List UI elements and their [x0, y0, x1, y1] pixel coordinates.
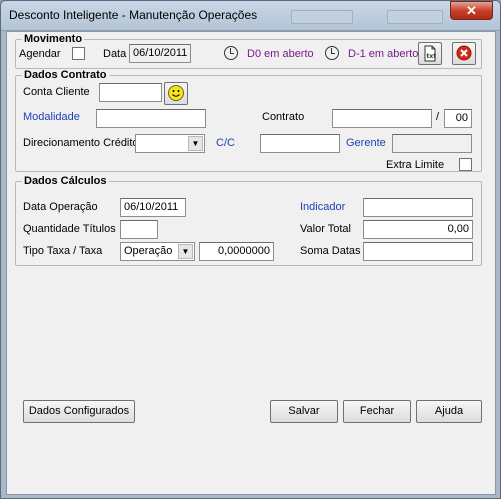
extra-limite-checkbox[interactable]: [459, 158, 472, 171]
valor-total-input[interactable]: 0,00: [363, 220, 473, 239]
contrato-suffix-input[interactable]: 00: [444, 109, 472, 128]
soma-datas-label: Soma Datas: [300, 245, 361, 257]
document-icon: txt: [424, 45, 437, 62]
modalidade-label[interactable]: Modalidade: [23, 111, 80, 123]
gerente-label[interactable]: Gerente: [346, 137, 386, 149]
salvar-button[interactable]: Salvar: [270, 400, 338, 423]
tipo-taxa-label: Tipo Taxa / Taxa: [23, 245, 103, 257]
svg-text:txt: txt: [427, 53, 437, 60]
dados-configurados-button[interactable]: Dados Configurados: [23, 400, 135, 423]
movimento-legend: Movimento: [22, 33, 85, 45]
movimento-group: Movimento Agendar Data 06/10/2011 D0 em …: [15, 33, 482, 69]
background-tab: [387, 10, 443, 24]
data-operacao-label: Data Operação: [23, 201, 98, 213]
agendar-checkbox[interactable]: [72, 47, 85, 60]
dados-contrato-group: Dados Contrato Conta Cliente Modalidade …: [15, 69, 482, 172]
extra-limite-label: Extra Limite: [386, 159, 445, 171]
cancel-icon: [456, 45, 472, 61]
ajuda-button[interactable]: Ajuda: [416, 400, 482, 423]
chevron-down-icon: ▼: [178, 244, 193, 259]
window-title: Desconto Inteligente - Manutenção Operaç…: [9, 8, 258, 22]
fechar-button[interactable]: Fechar: [343, 400, 411, 423]
soma-datas-input[interactable]: [363, 242, 473, 261]
smiley-icon: [168, 85, 184, 101]
taxa-input[interactable]: 0,0000000: [199, 242, 274, 261]
dados-contrato-legend: Dados Contrato: [22, 69, 109, 81]
tipo-taxa-select[interactable]: Operação ▼: [120, 242, 195, 261]
valor-total-label: Valor Total: [300, 223, 351, 235]
search-client-button[interactable]: [164, 82, 188, 105]
d1-em-aberto-label[interactable]: D-1 em aberto: [348, 48, 418, 60]
gerente-input[interactable]: [392, 134, 472, 153]
conta-cliente-label: Conta Cliente: [23, 86, 90, 98]
d0-em-aberto-label[interactable]: D0 em aberto: [247, 48, 314, 60]
chevron-down-icon: ▼: [188, 136, 203, 151]
indicador-input[interactable]: [363, 198, 473, 217]
direcionamento-credito-label: Direcionamento Crédito: [23, 137, 139, 149]
cancel-button[interactable]: [452, 42, 476, 65]
background-tab: [291, 10, 353, 24]
conta-cliente-input[interactable]: [99, 83, 162, 102]
data-label: Data: [103, 48, 127, 60]
data-field[interactable]: 06/10/2011: [129, 44, 191, 63]
export-document-button[interactable]: txt: [418, 42, 442, 65]
dados-calculos-legend: Dados Cálculos: [22, 175, 109, 187]
contrato-input[interactable]: [332, 109, 432, 128]
dados-calculos-group: Dados Cálculos Data Operação 06/10/2011 …: [15, 175, 482, 266]
contrato-label: Contrato: [262, 111, 305, 123]
quantidade-titulos-input[interactable]: [120, 220, 158, 239]
cc-input[interactable]: [260, 134, 340, 153]
clock-icon: [325, 46, 339, 60]
quantidade-titulos-label: Quantidade Títulos: [23, 223, 116, 235]
clock-icon: [224, 46, 238, 60]
contrato-separator: /: [436, 111, 440, 123]
direcionamento-credito-select[interactable]: ▼: [135, 134, 205, 153]
cc-label[interactable]: C/C: [216, 137, 235, 149]
data-operacao-input[interactable]: 06/10/2011: [120, 198, 186, 217]
agendar-label: Agendar: [19, 48, 61, 60]
window-close-button[interactable]: ✕: [450, 1, 493, 20]
indicador-label[interactable]: Indicador: [300, 201, 345, 213]
modalidade-input[interactable]: [96, 109, 206, 128]
dialog-body: Movimento Agendar Data 06/10/2011 D0 em …: [6, 31, 496, 495]
title-bar[interactable]: Desconto Inteligente - Manutenção Operaç…: [1, 1, 500, 31]
main-window: Desconto Inteligente - Manutenção Operaç…: [0, 0, 501, 499]
